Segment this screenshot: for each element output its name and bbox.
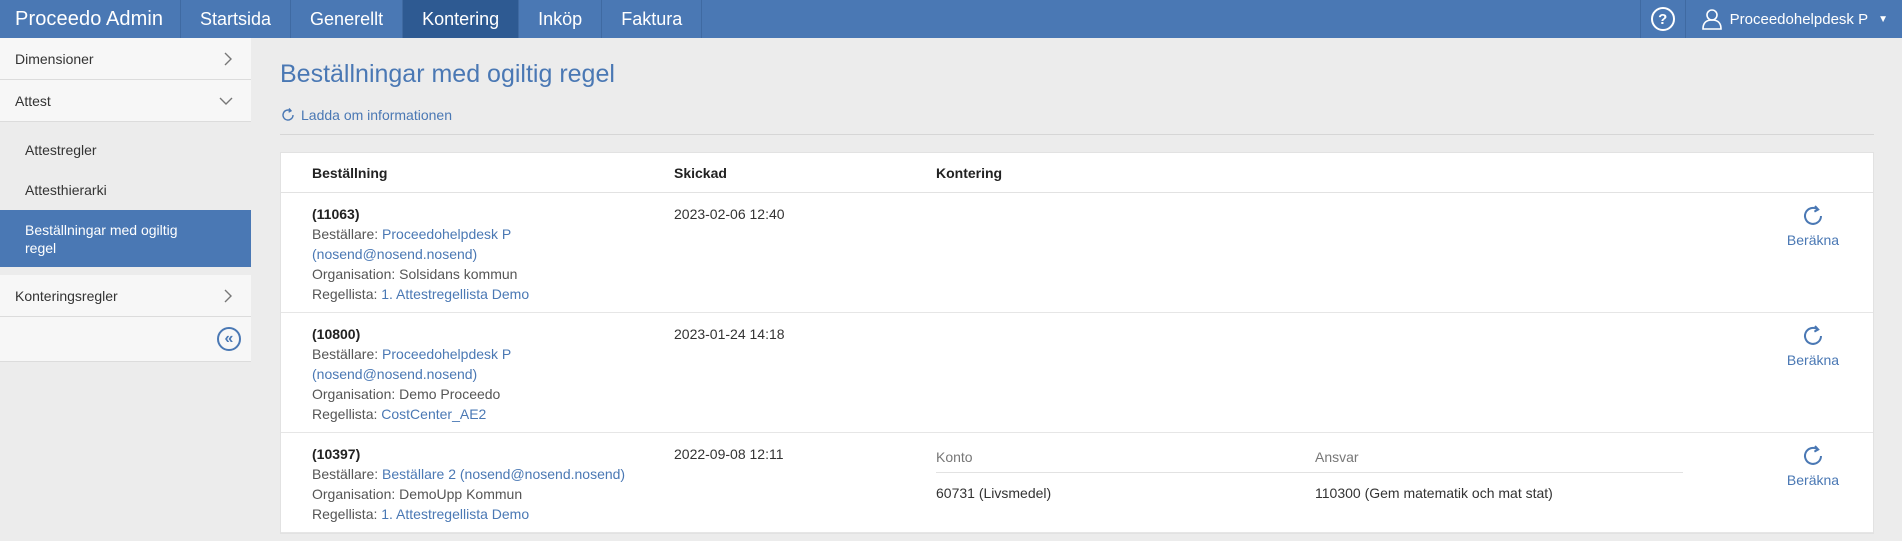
refresh-icon [1804, 205, 1822, 225]
nav-generellt[interactable]: Generellt [291, 0, 404, 38]
column-header-kontering: Kontering [936, 164, 1003, 181]
top-navigation-bar: Proceedo Admin Startsida Generellt Konte… [0, 0, 1902, 38]
refresh-icon [1804, 445, 1822, 465]
organisation-label: Organisation: [312, 266, 400, 282]
column-header-sent: Skickad [674, 164, 727, 181]
user-name: Proceedohelpdesk P [1729, 10, 1869, 28]
calculate-label: Beräkna [1786, 232, 1840, 248]
sent-date: 2023-02-06 12:40 [674, 206, 785, 222]
refresh-icon [1804, 325, 1822, 345]
chevron-down-icon: ▼ [1878, 13, 1888, 25]
sidebar-item-bestallningar-med-ogiltig-regel[interactable]: Beställningar med ogiltig regel [0, 210, 251, 267]
sidebar-item-attesthierarki[interactable]: Attesthierarki [0, 170, 251, 210]
calculate-label: Beräkna [1786, 352, 1840, 368]
organisation-value: DemoUpp Kommun [399, 486, 523, 502]
table-row: (11063) Beställare: Proceedohelpdesk P (… [281, 193, 1873, 313]
rulelist-label: Regellista: [312, 506, 382, 522]
sidebar-item-label: Konteringsregler [15, 287, 118, 304]
orderer-label: Beställare: [312, 466, 383, 482]
calculate-button[interactable]: Beräkna [1753, 313, 1873, 368]
reload-link[interactable]: Ladda om informationen [280, 107, 480, 123]
order-id: (11063) [312, 206, 360, 222]
column-header-order: Beställning [312, 164, 388, 181]
table-row: (10397) Beställare: Beställare 2 (nosend… [281, 433, 1873, 533]
calculate-label: Beräkna [1786, 472, 1840, 488]
nav-faktura[interactable]: Faktura [602, 0, 703, 38]
help-icon: ? [1650, 7, 1675, 31]
rulelist-link[interactable]: 1. Attestregellista Demo [381, 286, 529, 302]
divider [280, 134, 1874, 135]
table-header: Beställning Skickad Kontering [281, 153, 1873, 193]
app-title[interactable]: Proceedo Admin [0, 0, 181, 38]
rulelist-link[interactable]: 1. Attestregellista Demo [381, 506, 529, 522]
nav-kontering[interactable]: Kontering [403, 0, 520, 38]
order-id: (10800) [312, 326, 361, 342]
chevron-right-icon [224, 289, 232, 302]
collapse-sidebar-icon[interactable]: « [217, 327, 241, 351]
ansvar-value: 110300 (Gem matematik och mat stat) [1315, 485, 1553, 501]
ansvar-header: Ansvar [1315, 441, 1683, 473]
user-menu[interactable]: Proceedohelpdesk P ▼ [1686, 0, 1902, 38]
rulelist-label: Regellista: [312, 286, 382, 302]
sidebar-item-label: Attest [15, 92, 51, 109]
refresh-icon [282, 108, 294, 121]
sidebar-item-label: Dimensioner [15, 50, 94, 67]
sidebar-item-attest[interactable]: Attest [0, 80, 251, 122]
table-row: (10800) Beställare: Proceedohelpdesk P (… [281, 313, 1873, 433]
calculate-button[interactable]: Beräkna [1753, 193, 1873, 248]
sidebar-item-dimensioner[interactable]: Dimensioner [0, 38, 251, 80]
rulelist-label: Regellista: [312, 406, 382, 422]
sidebar-item-konteringsregler[interactable]: Konteringsregler [0, 275, 251, 317]
sent-date: 2023-01-24 14:18 [674, 326, 785, 342]
sidebar-submenu-attest: Attestregler Attesthierarki Beställninga… [0, 122, 251, 275]
sidebar: Dimensioner Attest Attestregler Attesthi… [0, 38, 251, 362]
organisation-label: Organisation: [312, 386, 400, 402]
chevron-down-icon [219, 97, 233, 105]
organisation-value: Demo Proceedo [399, 386, 501, 402]
organisation-value: Solsidans kommun [399, 266, 518, 282]
nav-inkop[interactable]: Inköp [519, 0, 603, 38]
sidebar-collapse-row: « [0, 317, 251, 362]
rulelist-link[interactable]: CostCenter_AE2 [381, 406, 486, 422]
organisation-label: Organisation: [312, 486, 400, 502]
konto-header: Konto [936, 441, 1315, 473]
chevron-right-icon [224, 52, 232, 65]
sent-date: 2022-09-08 12:11 [674, 446, 784, 462]
kontering-grid: Konto Ansvar 60731 (Livsmedel) 110300 (G… [936, 433, 1753, 513]
reload-label: Ladda om informationen [301, 107, 452, 123]
sidebar-item-attestregler[interactable]: Attestregler [0, 130, 251, 170]
calculate-button[interactable]: Beräkna [1753, 433, 1873, 488]
orders-table: Beställning Skickad Kontering (11063) Be… [280, 152, 1874, 534]
orderer-link[interactable]: Beställare 2 (nosend@nosend.nosend) [382, 466, 625, 482]
page-title: Beställningar med ogiltig regel [280, 60, 615, 88]
main-content: Beställningar med ogiltig regel Ladda om… [280, 38, 1874, 534]
orderer-label: Beställare: [312, 346, 383, 362]
help-button[interactable]: ? [1639, 0, 1686, 38]
user-icon [1701, 9, 1722, 30]
orderer-label: Beställare: [312, 226, 383, 242]
nav-startsida[interactable]: Startsida [181, 0, 292, 38]
konto-value: 60731 (Livsmedel) [936, 485, 1052, 501]
order-id: (10397) [312, 446, 361, 462]
